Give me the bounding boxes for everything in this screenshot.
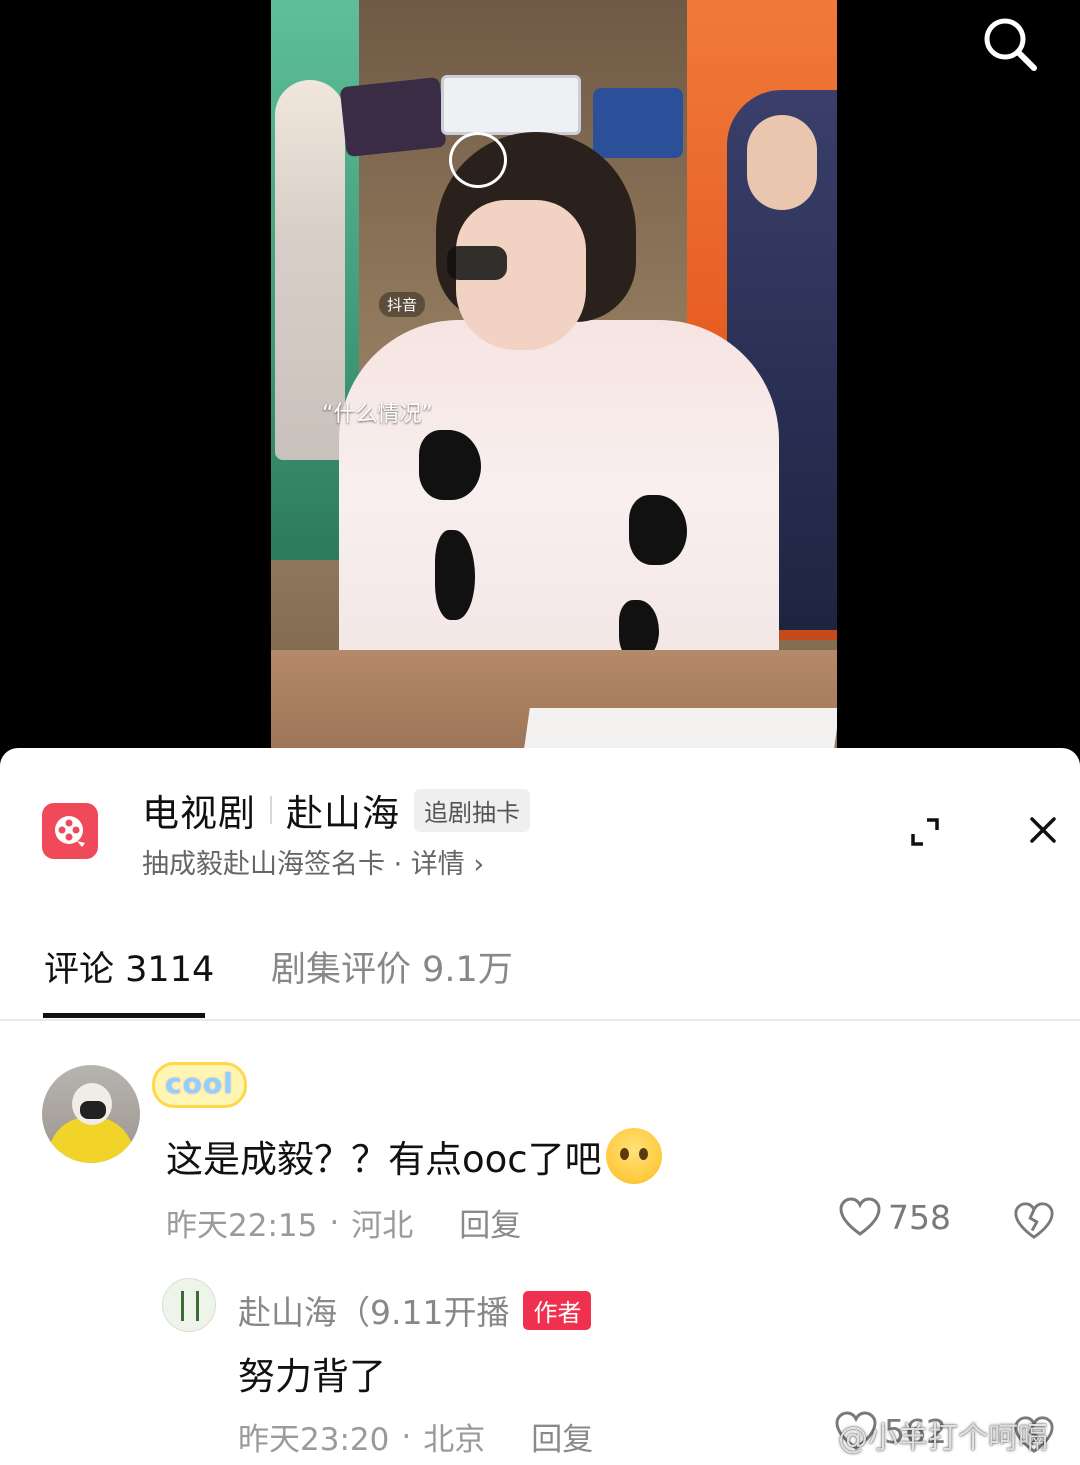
reply-header: 赴山海（9.11开播 作者 xyxy=(238,1286,592,1334)
expand-icon[interactable] xyxy=(905,812,945,852)
drama-tag[interactable]: 追剧抽卡 xyxy=(414,788,530,832)
chevron-right-icon: › xyxy=(473,849,485,880)
drama-subtitle: 抽成毅赴山海签名卡 · 详情 xyxy=(142,849,465,880)
video-player[interactable]: 抖音 “什么情况” xyxy=(0,0,1080,748)
reply-author-name[interactable]: 赴山海（9.11开播 xyxy=(238,1286,509,1334)
drama-category: 电视剧 xyxy=(142,792,256,835)
search-icon[interactable] xyxy=(978,12,1042,76)
tab-count: 3114 xyxy=(125,950,215,990)
reply-time: 昨天23:20 xyxy=(238,1422,390,1458)
like-button[interactable]: 758 xyxy=(838,1196,951,1238)
comment-time: 昨天22:15 xyxy=(166,1208,318,1244)
comment-meta: 昨天22:15 · 河北 回复 xyxy=(166,1200,521,1245)
drama-title-row[interactable]: 电视剧 赴山海 追剧抽卡 xyxy=(142,786,530,835)
scribble-sticker xyxy=(449,132,507,188)
tab-reviews[interactable]: 剧集评价 9.1万 xyxy=(271,941,513,992)
film-reel-icon[interactable] xyxy=(42,803,98,859)
reply-button[interactable]: 回复 xyxy=(531,1414,593,1459)
user-badge: cool xyxy=(152,1062,247,1108)
person-shirt xyxy=(339,320,779,660)
active-tab-indicator xyxy=(43,1013,205,1018)
crying-face-icon xyxy=(605,1128,662,1184)
tab-label: 评论 xyxy=(44,950,115,990)
video-frame[interactable]: 抖音 “什么情况” xyxy=(271,0,837,748)
title-divider xyxy=(270,796,272,824)
tab-count: 9.1万 xyxy=(422,950,513,990)
shelf-sign xyxy=(441,75,581,135)
reply-avatar[interactable] xyxy=(162,1278,216,1332)
tab-bar: 评论 3114 剧集评价 9.1万 xyxy=(0,933,1080,1021)
drama-name: 赴山海 xyxy=(286,792,400,835)
like-count: 758 xyxy=(888,1197,951,1237)
shelf-sign xyxy=(339,76,447,158)
comment-body: 这是成毅？？有点ooc了吧 xyxy=(166,1138,602,1181)
glasses xyxy=(447,246,507,280)
shelf-sign xyxy=(593,88,683,158)
reply-button[interactable]: 回复 xyxy=(459,1200,521,1245)
comment-location: 河北 xyxy=(351,1208,414,1244)
author-badge: 作者 xyxy=(523,1290,592,1330)
tab-comments[interactable]: 评论 3114 xyxy=(44,941,214,992)
watermark: @小羊打个呵嗝 xyxy=(838,1421,1048,1456)
avatar[interactable] xyxy=(42,1065,140,1163)
drama-detail-link[interactable]: 抽成毅赴山海签名卡 · 详情 › xyxy=(142,842,484,881)
reply-location: 北京 xyxy=(423,1422,486,1458)
meta-separator: · xyxy=(329,1204,340,1241)
close-icon[interactable] xyxy=(1023,810,1063,850)
comment-text[interactable]: 这是成毅？？有点ooc了吧 xyxy=(166,1128,662,1184)
platform-watermark: 抖音 xyxy=(379,292,426,317)
paper xyxy=(524,708,837,748)
heart-icon xyxy=(839,1197,881,1236)
dislike-icon[interactable] xyxy=(1013,1200,1055,1242)
video-caption: “什么情况” xyxy=(322,402,433,427)
comment-sheet: 电视剧 赴山海 追剧抽卡 抽成毅赴山海签名卡 · 详情 › 评论 3114 剧集… xyxy=(0,748,1080,1465)
tab-label: 剧集评价 xyxy=(271,950,412,990)
reply-meta: 昨天23:20 · 北京 回复 xyxy=(238,1414,593,1459)
reply-text[interactable]: 努力背了 xyxy=(238,1346,386,1400)
meta-separator: · xyxy=(401,1418,412,1455)
